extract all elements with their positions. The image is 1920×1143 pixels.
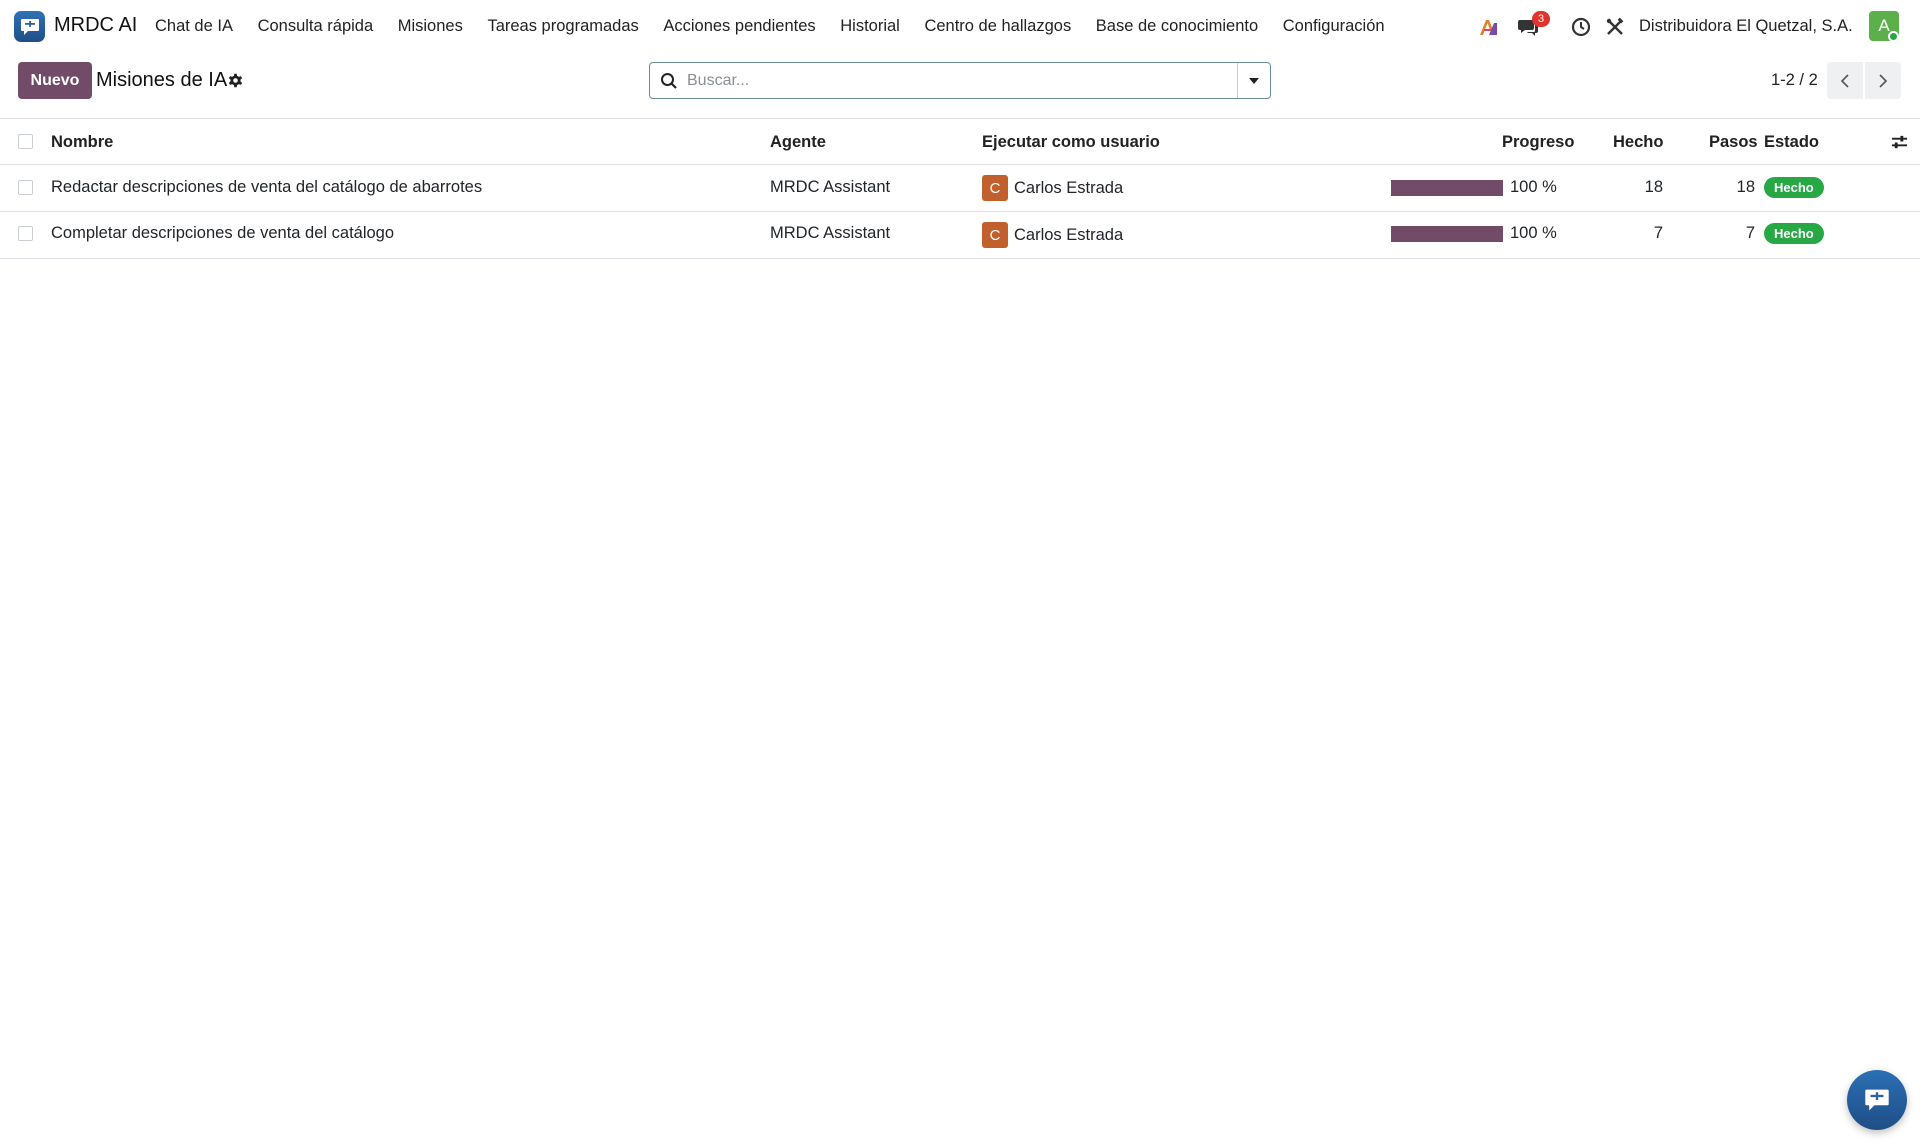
status-badge: Hecho	[1764, 223, 1824, 244]
column-header-agent[interactable]: Agente	[770, 133, 826, 152]
menu-item-missions[interactable]: Misiones	[398, 17, 463, 36]
search-bar	[649, 62, 1271, 99]
list-header: Nombre Agente Ejecutar como usuario Prog…	[0, 118, 1920, 165]
chevron-right-icon	[1879, 73, 1888, 88]
row-checkbox[interactable]	[18, 180, 33, 195]
ai-chat-fab[interactable]	[1847, 1070, 1907, 1130]
online-status-dot	[1888, 31, 1899, 42]
mission-agent: MRDC Assistant	[770, 224, 891, 242]
menu-item-pending-actions[interactable]: Acciones pendientes	[663, 17, 815, 36]
caret-down-icon	[1249, 77, 1259, 84]
chat-bubble-icon	[1865, 1089, 1889, 1111]
search-input[interactable]	[687, 69, 1227, 93]
sliders-icon[interactable]	[1891, 134, 1908, 156]
messages-count-badge: 3	[1532, 11, 1550, 27]
company-switcher[interactable]: Distribuidora El Quetzal, S.A.	[1639, 17, 1853, 36]
menu-item-history[interactable]: Historial	[840, 17, 900, 36]
menu-item-knowledge-base[interactable]: Base de conocimiento	[1096, 17, 1258, 36]
messages-icon[interactable]: 3	[1515, 11, 1550, 41]
progress-fill	[1391, 180, 1503, 196]
column-header-name[interactable]: Nombre	[51, 133, 113, 152]
pager-next-button[interactable]	[1865, 62, 1901, 99]
app-name[interactable]: MRDC AI	[54, 14, 137, 37]
mission-name: Redactar descripciones de venta del catá…	[51, 178, 483, 196]
menu-item-settings[interactable]: Configuración	[1283, 17, 1385, 36]
pager-previous-button[interactable]	[1827, 62, 1863, 99]
user-initial-avatar: C	[982, 222, 1008, 248]
progress-label: 100 %	[1510, 224, 1557, 242]
app-logo-icon[interactable]	[14, 11, 45, 42]
mission-name: Completar descripciones de venta del cat…	[51, 224, 395, 242]
menu-item-findings[interactable]: Centro de hallazgos	[924, 17, 1071, 36]
mission-run-as-user: Carlos Estrada	[1014, 179, 1124, 197]
select-all-checkbox[interactable]	[18, 134, 33, 149]
progress-fill	[1391, 226, 1503, 242]
gear-icon[interactable]	[227, 72, 244, 89]
menu-item-chat[interactable]: Chat de IA	[155, 17, 233, 36]
column-header-state[interactable]: Estado	[1764, 133, 1819, 152]
chevron-left-icon	[1840, 73, 1849, 88]
mission-steps-count: 7	[1745, 224, 1755, 242]
menu-item-quick-query[interactable]: Consulta rápida	[258, 17, 374, 36]
column-header-steps[interactable]: Pasos	[1709, 133, 1758, 152]
table-row[interactable]: Completar descripciones de venta del cat…	[0, 212, 1920, 259]
page-title: Misiones de IA	[96, 69, 228, 91]
pager-value[interactable]: 1-2 / 2	[1771, 71, 1818, 90]
menu-item-scheduled-tasks[interactable]: Tareas programadas	[487, 17, 638, 36]
status-badge: Hecho	[1764, 177, 1824, 198]
mission-steps-count: 18	[1736, 178, 1755, 196]
ai-spark-icon[interactable]	[1476, 13, 1502, 41]
clock-icon[interactable]	[1568, 13, 1594, 41]
column-header-done[interactable]: Hecho	[1613, 133, 1663, 152]
progress-bar	[1391, 180, 1503, 196]
search-options-toggle[interactable]	[1237, 63, 1270, 98]
main-menu: Chat de IA Consulta rápida Misiones Tare…	[155, 17, 1409, 36]
search-icon	[660, 72, 678, 90]
progress-label: 100 %	[1510, 178, 1557, 196]
column-header-progress[interactable]: Progreso	[1502, 133, 1574, 152]
tools-icon[interactable]	[1602, 13, 1628, 41]
progress-bar	[1391, 226, 1503, 242]
top-navbar: MRDC AI Chat de IA Consulta rápida Misio…	[0, 0, 1920, 52]
mission-run-as-user: Carlos Estrada	[1014, 226, 1124, 244]
row-checkbox[interactable]	[18, 226, 33, 241]
new-button[interactable]: Nuevo	[18, 62, 92, 99]
mission-agent: MRDC Assistant	[770, 178, 891, 196]
mission-done-count: 7	[1653, 224, 1663, 242]
column-header-run-as[interactable]: Ejecutar como usuario	[982, 133, 1160, 152]
table-row[interactable]: Redactar descripciones de venta del catá…	[0, 165, 1920, 212]
mission-done-count: 18	[1644, 178, 1663, 196]
user-initial-avatar: C	[982, 175, 1008, 201]
